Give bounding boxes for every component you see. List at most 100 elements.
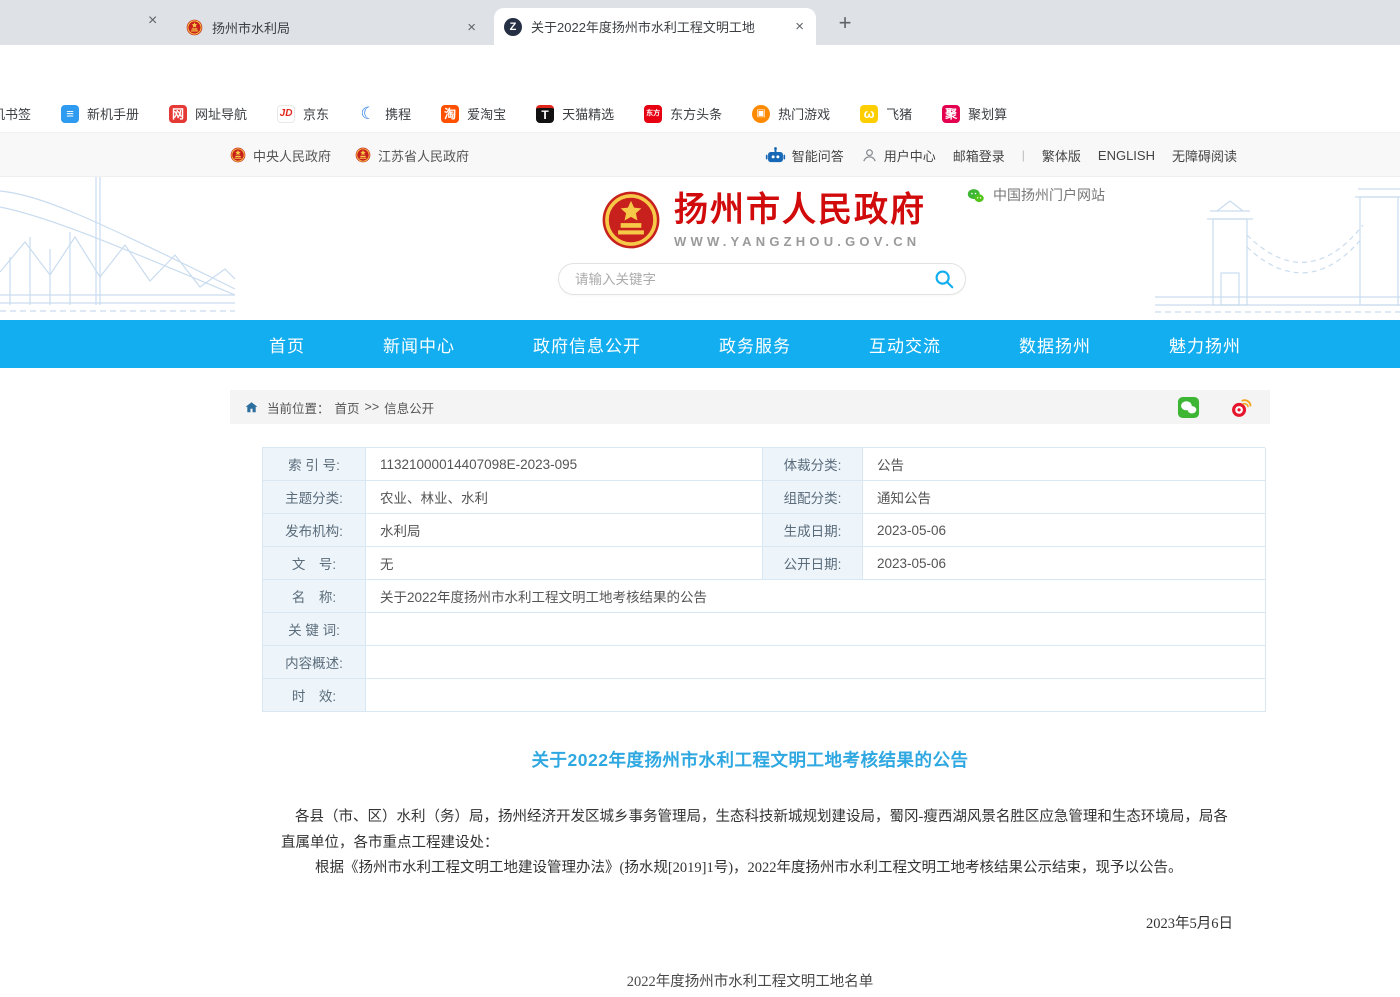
bookmark-label: 携程 <box>385 104 411 123</box>
bridge-artwork-right <box>1155 177 1400 320</box>
bookmark-label: 天猫精选 <box>562 104 614 123</box>
taobao-icon: 淘 <box>441 105 459 123</box>
link-accessibility[interactable]: 无障碍阅读 <box>1172 146 1237 165</box>
tab-active-announcement[interactable]: Z 关于2022年度扬州市水利工程文明工地 × <box>494 8 816 45</box>
bookmark-label: 机书签 <box>0 104 31 123</box>
portal-badge[interactable]: 中国扬州门户网站 <box>966 185 1105 205</box>
breadcrumb-prefix: 当前位置： <box>267 398 330 417</box>
new-tab-button[interactable]: + <box>832 10 858 36</box>
info-value-keywords <box>366 613 1266 646</box>
bookmark-ctrip[interactable]: ☾ 携程 <box>359 104 411 123</box>
page-content: 当前位置： 首页 >> 信息公开 索 引 号: 1132100001440709… <box>0 368 1400 997</box>
bookmark-tmall[interactable]: T 天猫精选 <box>536 104 614 123</box>
link-label: 江苏省人民政府 <box>378 146 469 165</box>
document-info-table: 索 引 号: 11321000014407098E-2023-095 体裁分类:… <box>262 447 1265 712</box>
site-search <box>558 263 966 295</box>
info-label: 组配分类: <box>763 481 863 514</box>
link-jiangsu-gov[interactable]: 江苏省人民政府 <box>355 146 469 165</box>
weibo-share-icon[interactable] <box>1229 396 1252 419</box>
bookmark-label: 网址导航 <box>195 104 247 123</box>
breadcrumb-separator: >> <box>365 400 380 414</box>
nav-item-charm[interactable]: 魅力扬州 <box>1169 332 1241 357</box>
eastday-icon: 东方 <box>644 105 662 123</box>
bookmark-label: 飞猪 <box>886 104 912 123</box>
breadcrumb-home-link[interactable]: 首页 <box>335 398 360 417</box>
link-traditional-chinese[interactable]: 繁体版 <box>1042 146 1081 165</box>
info-value-created-date: 2023-05-06 <box>863 514 1266 547</box>
bookmark-aitaobao[interactable]: 淘 爱淘宝 <box>441 104 506 123</box>
info-value-validity <box>366 679 1266 712</box>
bookmark-juhuasuan[interactable]: 聚 聚划算 <box>942 104 1007 123</box>
search-icon[interactable] <box>933 268 955 290</box>
address-bar: 不安全 yangzhou.gov.cn/yzszxxgk/slj/202305/… <box>0 45 1400 95</box>
article-list-title: 2022年度扬州市水利工程文明工地名单 <box>230 970 1270 991</box>
tab-strip: × 扬州市水利局 × Z 关于2022年度扬州市水利工程文明工地 × + <box>0 0 1400 45</box>
info-label: 文 号: <box>263 547 366 580</box>
link-smart-qa[interactable]: 智能问答 <box>765 145 844 166</box>
national-emblem-icon <box>600 189 662 251</box>
article-paragraph: 根据《扬州市水利工程文明工地建设管理办法》(扬水规[2019]1号)，2022年… <box>281 855 1233 881</box>
close-tab-icon[interactable]: × <box>148 12 157 30</box>
link-label: 智能问答 <box>792 146 844 165</box>
site-logo[interactable]: 扬州市人民政府 WWW.YANGZHOU.GOV.CN <box>600 189 926 251</box>
gov-emblem-favicon <box>186 19 203 36</box>
wechat-icon <box>966 186 985 205</box>
breadcrumb-section-link[interactable]: 信息公开 <box>384 398 434 417</box>
bookmark-xinji-manual[interactable]: ≡ 新机手册 <box>61 104 139 123</box>
bookmark-label: 热门游戏 <box>778 104 830 123</box>
bridge-artwork-left <box>0 177 235 320</box>
bookmarks-bar: 机书签 ≡ 新机手册 网 网址导航 JD 京东 ☾ 携程 淘 爱淘宝 T 天猫精… <box>0 95 1400 133</box>
portal-label: 中国扬州门户网站 <box>993 185 1105 205</box>
nav-item-data[interactable]: 数据扬州 <box>1019 332 1091 357</box>
user-icon <box>861 147 878 164</box>
article-title: 关于2022年度扬州市水利工程文明工地考核结果的公告 <box>230 747 1270 772</box>
browser-window: × 扬州市水利局 × Z 关于2022年度扬州市水利工程文明工地 × + 不安全… <box>0 0 1400 997</box>
bookmark-mobile-bookmarks[interactable]: 机书签 <box>0 104 31 123</box>
info-label: 时 效: <box>263 679 366 712</box>
close-tab-icon[interactable]: × <box>465 19 478 36</box>
info-label: 索 引 号: <box>263 448 366 481</box>
tab-yangzhou-water-bureau[interactable]: 扬州市水利局 × <box>176 9 488 45</box>
info-label: 名 称: <box>263 580 366 613</box>
bookmark-jd[interactable]: JD 京东 <box>277 104 329 123</box>
breadcrumb: 当前位置： 首页 >> 信息公开 <box>230 390 1270 424</box>
jd-icon: JD <box>277 105 295 123</box>
info-value-publish-date: 2023-05-06 <box>863 547 1266 580</box>
nav-item-home[interactable]: 首页 <box>269 332 305 357</box>
site-name: 扬州市人民政府 <box>674 191 926 230</box>
bookmark-url-nav[interactable]: 网 网址导航 <box>169 104 247 123</box>
gov-emblem-icon <box>230 147 246 163</box>
manual-icon: ≡ <box>61 105 79 123</box>
link-central-gov[interactable]: 中央人民政府 <box>230 146 331 165</box>
search-input[interactable] <box>575 272 933 287</box>
bookmark-fliggy[interactable]: ω 飞猪 <box>860 104 912 123</box>
bookmark-eastday[interactable]: 东方 东方头条 <box>644 104 722 123</box>
robot-icon <box>765 145 786 166</box>
ctrip-dolphin-icon: ☾ <box>359 105 377 123</box>
info-value-summary <box>366 646 1266 679</box>
site-url-text: WWW.YANGZHOU.GOV.CN <box>674 234 926 249</box>
nav-item-services[interactable]: 政务服务 <box>719 332 791 357</box>
link-english[interactable]: ENGLISH <box>1098 148 1155 163</box>
main-navigation: 首页 新闻中心 政府信息公开 政务服务 互动交流 数据扬州 魅力扬州 <box>0 320 1400 368</box>
bookmark-label: 新机手册 <box>87 104 139 123</box>
info-value-index-number: 11321000014407098E-2023-095 <box>366 448 763 481</box>
info-value-genre: 公告 <box>863 448 1266 481</box>
site-header: 扬州市人民政府 WWW.YANGZHOU.GOV.CN 中国扬州门户网站 <box>0 177 1400 320</box>
home-icon[interactable] <box>244 400 259 415</box>
nav-item-news[interactable]: 新闻中心 <box>383 332 455 357</box>
info-label: 体裁分类: <box>763 448 863 481</box>
gov-top-bar: 中央人民政府 江苏省人民政府 智能问答 用户中心 邮箱登录 | 繁体版 <box>0 133 1400 177</box>
nav-item-interaction[interactable]: 互动交流 <box>869 332 941 357</box>
topbar-divider: | <box>1022 148 1025 162</box>
bookmark-label: 聚划算 <box>968 104 1007 123</box>
info-label: 关 键 词: <box>263 613 366 646</box>
bookmark-hot-games[interactable]: ▣ 热门游戏 <box>752 104 830 123</box>
link-mail-login[interactable]: 邮箱登录 <box>953 146 1005 165</box>
link-user-center[interactable]: 用户中心 <box>861 146 936 165</box>
close-tab-icon[interactable]: × <box>793 18 806 35</box>
nav-item-info-disclosure[interactable]: 政府信息公开 <box>533 332 641 357</box>
wechat-share-icon[interactable] <box>1177 396 1200 419</box>
tab-title: 扬州市水利局 <box>212 18 456 37</box>
bookmark-label: 京东 <box>303 104 329 123</box>
